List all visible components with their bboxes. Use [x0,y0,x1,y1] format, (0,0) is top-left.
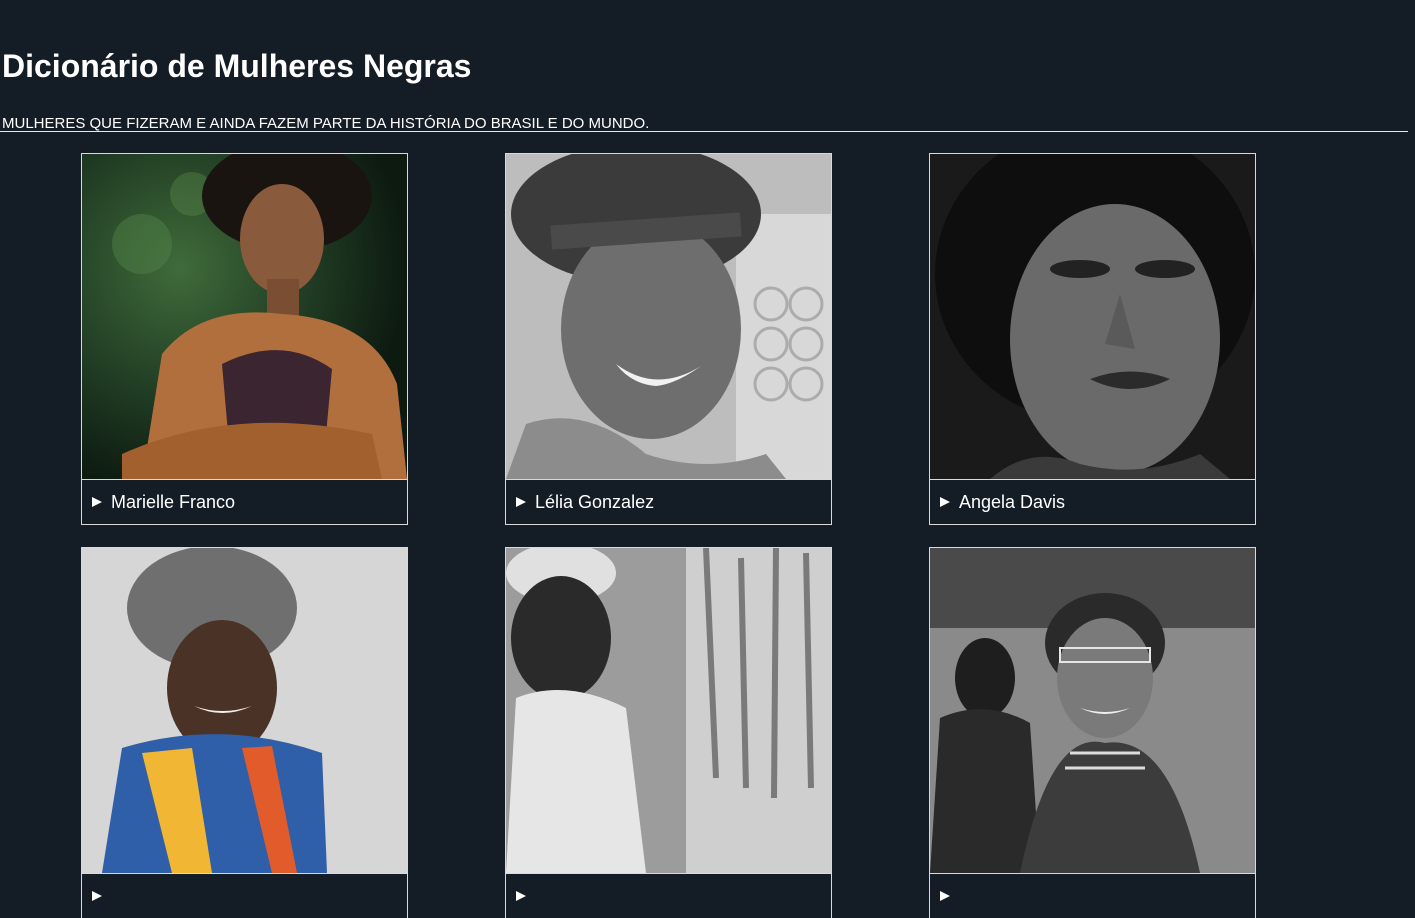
profile-card-toggle[interactable] [930,873,1255,918]
profile-card-toggle[interactable] [506,873,831,918]
profile-card-4 [81,547,408,918]
portrait-photo [930,548,1255,873]
profile-card-lelia-gonzalez: Lélia Gonzalez [505,153,832,525]
profile-name: Marielle Franco [111,491,236,512]
disclosure-triangle-icon [92,497,102,507]
profile-card-toggle[interactable]: Marielle Franco [82,479,407,524]
disclosure-triangle-icon [516,497,526,507]
profile-card-toggle[interactable]: Lélia Gonzalez [506,479,831,524]
portrait-photo [82,548,407,873]
profile-card-angela-davis: Angela Davis [929,153,1256,525]
portrait-photo [506,548,831,873]
profile-card-marielle-franco: Marielle Franco [81,153,408,525]
header-divider [0,131,1408,132]
page-title: Dicionário de Mulheres Negras [2,48,472,84]
portrait-photo [930,154,1255,479]
portrait-photo [506,154,831,479]
disclosure-triangle-icon [940,497,950,507]
profile-card-toggle[interactable]: Angela Davis [930,479,1255,524]
profile-name: Lélia Gonzalez [535,491,655,512]
disclosure-triangle-icon [92,891,102,901]
profile-card-toggle[interactable] [82,873,407,918]
profile-name: Angela Davis [959,491,1066,512]
disclosure-triangle-icon [516,891,526,901]
profile-card-6 [929,547,1256,918]
disclosure-triangle-icon [940,891,950,901]
profile-card-5 [505,547,832,918]
portrait-photo [82,154,407,479]
